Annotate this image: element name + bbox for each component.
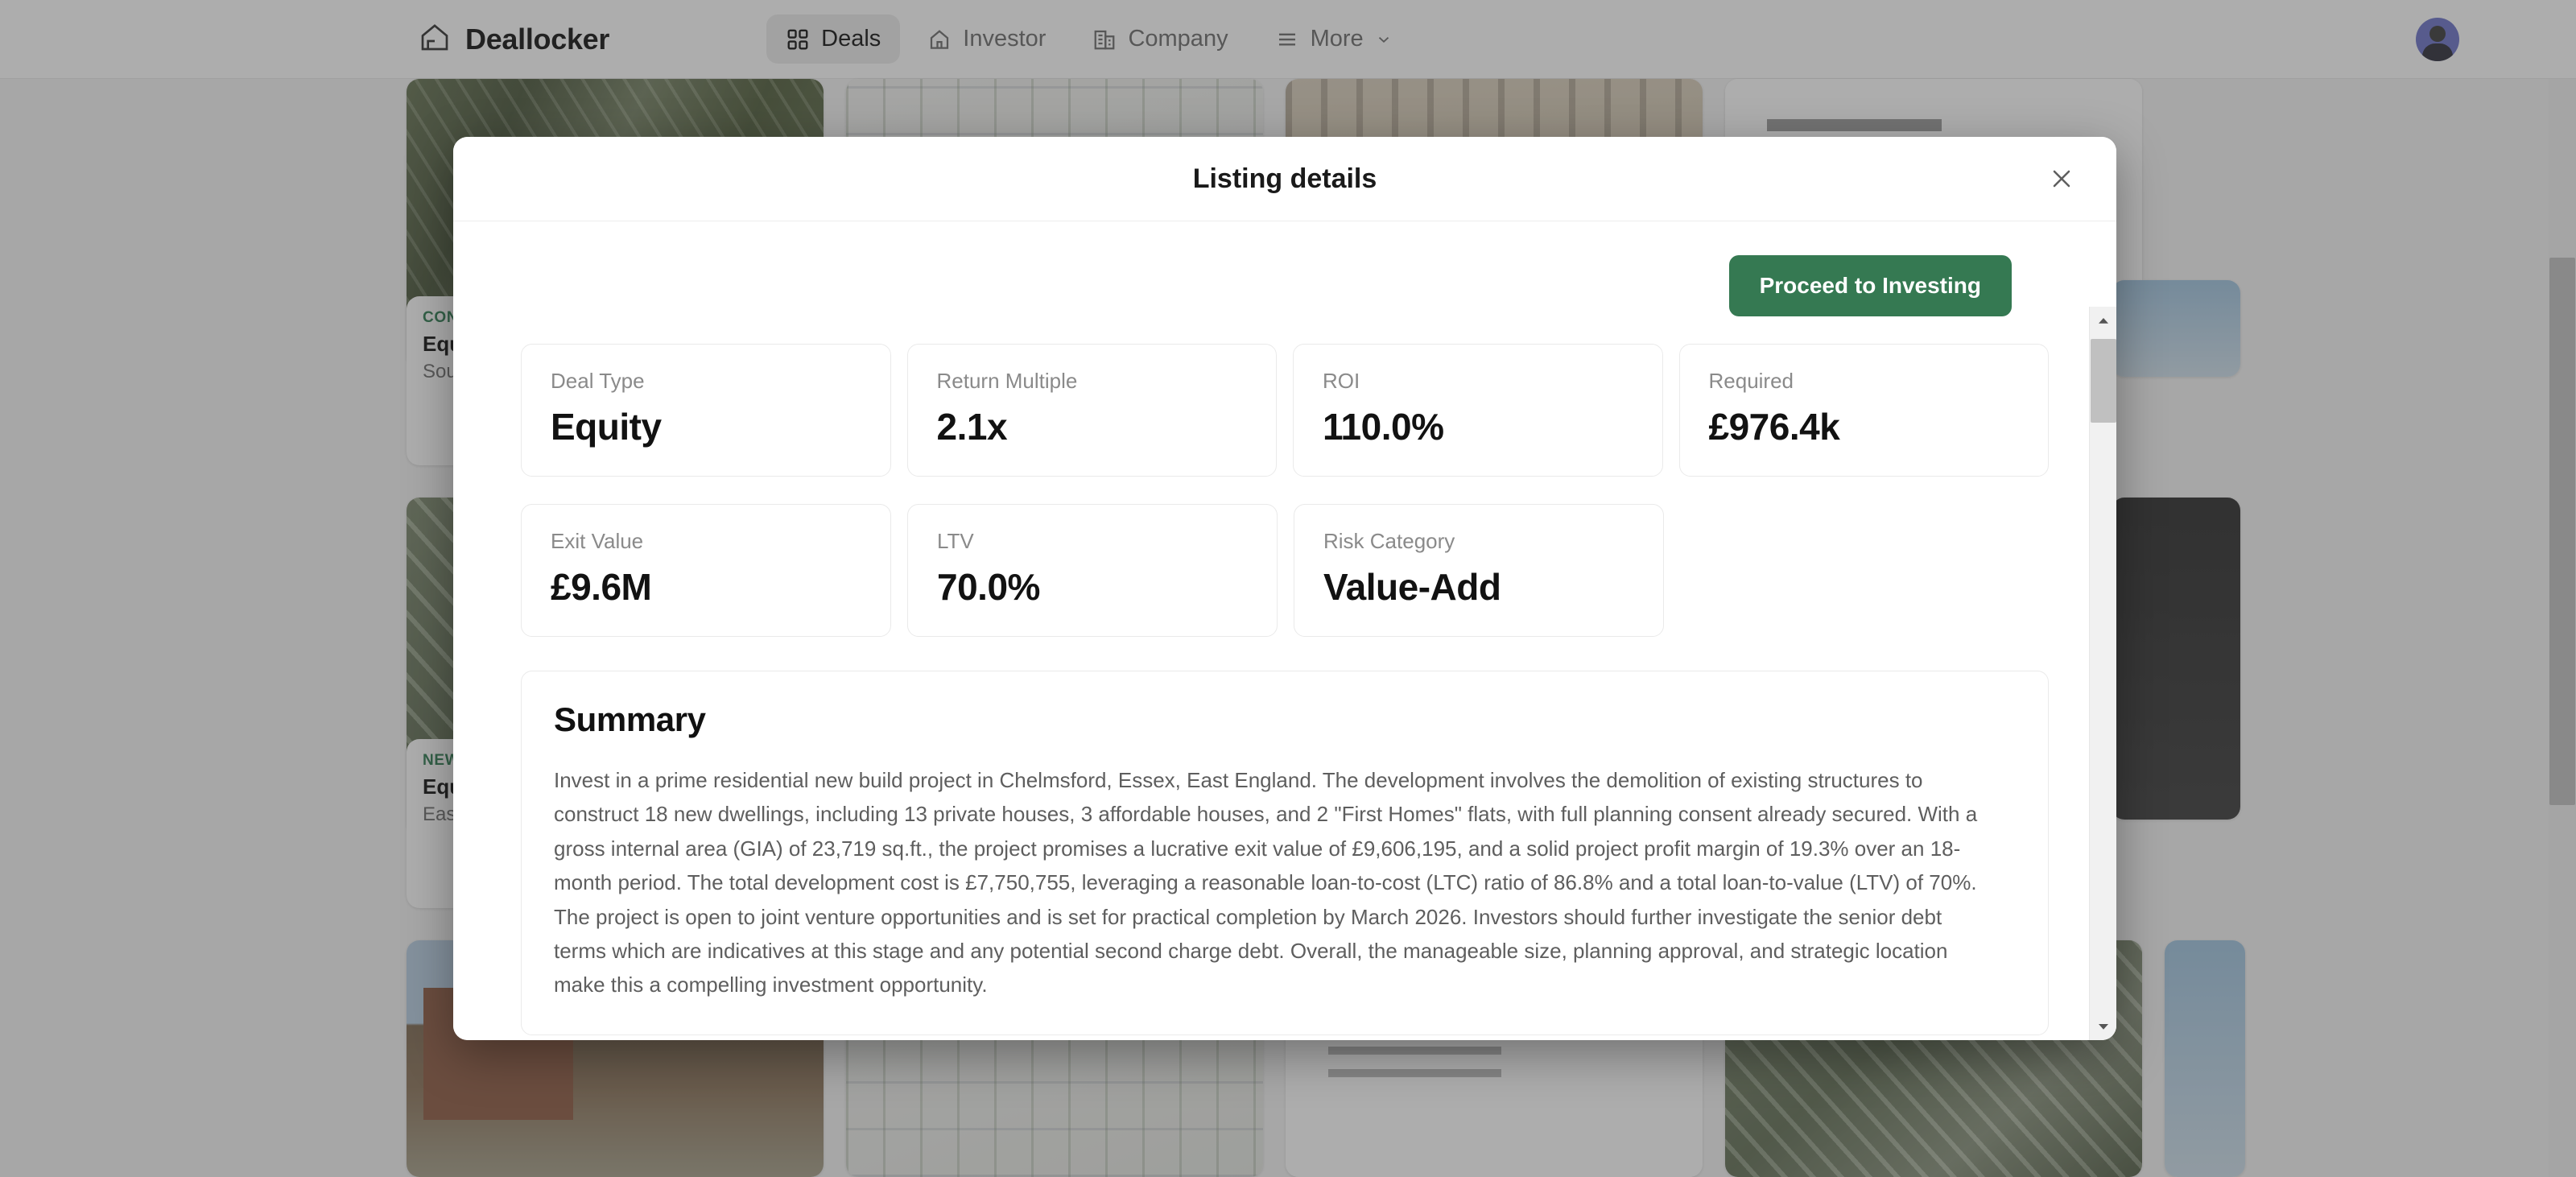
metric-label: Required: [1708, 369, 1794, 393]
metric-label: Exit Value: [551, 529, 644, 553]
metric-required: Required £976.4k: [1678, 344, 2049, 477]
scroll-up-icon[interactable]: [2090, 307, 2116, 334]
summary-text: Invest in a prime residential new build …: [554, 768, 1978, 997]
metric-value: £9.6M: [551, 566, 652, 608]
screen: Deallocker Deals Investor Company More C…: [0, 0, 2576, 1177]
close-icon[interactable]: [2044, 161, 2079, 196]
metric-value: 2.1x: [936, 406, 1008, 448]
metrics-row-secondary: Exit Value £9.6M LTV 70.0% Risk Category…: [521, 504, 2049, 637]
modal-scrollbar-thumb[interactable]: [2091, 339, 2116, 423]
scroll-down-icon[interactable]: [2090, 1013, 2116, 1040]
listing-details-modal: Listing details Proceed to Investing Dea…: [453, 137, 2116, 1040]
cta-row: Proceed to Investing: [521, 255, 2049, 316]
summary-title: Summary: [554, 700, 706, 738]
modal-title: Listing details: [1192, 163, 1377, 194]
metric-risk-category: Risk Category Value-Add: [1294, 504, 1664, 637]
metric-label: Deal Type: [551, 369, 645, 393]
metric-spacer: [1680, 504, 2049, 637]
metrics-row-primary: Deal Type Equity Return Multiple 2.1x RO…: [521, 344, 2049, 477]
modal-body: Proceed to Investing Deal Type Equity Re…: [453, 221, 2116, 1040]
modal-scrollbar[interactable]: [2089, 307, 2116, 1040]
metric-deal-type: Deal Type Equity: [521, 344, 891, 477]
metric-value: £976.4k: [1708, 406, 1840, 448]
metric-label: LTV: [937, 529, 974, 553]
metric-roi: ROI 110.0%: [1293, 344, 1663, 477]
metric-value: Equity: [551, 406, 662, 448]
metric-value: 110.0%: [1323, 406, 1444, 448]
metric-exit-value: Exit Value £9.6M: [521, 504, 891, 637]
modal-header: Listing details: [453, 137, 2116, 221]
metric-label: Return Multiple: [936, 369, 1078, 393]
metric-value: Value-Add: [1323, 566, 1501, 608]
summary-card: Summary Invest in a prime residential ne…: [521, 671, 2049, 1035]
proceed-to-investing-button[interactable]: Proceed to Investing: [1728, 255, 2012, 316]
metric-label: ROI: [1323, 369, 1360, 393]
metric-return-multiple: Return Multiple 2.1x: [906, 344, 1277, 477]
metric-value: 70.0%: [937, 566, 1040, 608]
metric-ltv: LTV 70.0%: [907, 504, 1278, 637]
metric-label: Risk Category: [1323, 529, 1455, 553]
